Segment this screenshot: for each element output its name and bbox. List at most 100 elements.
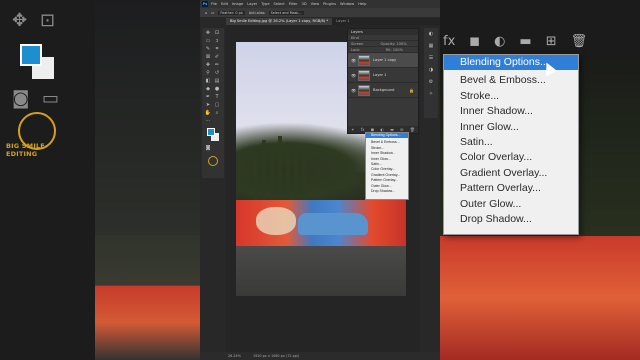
type-tool-icon[interactable]: T	[213, 94, 221, 100]
tools-panel: ✥ ⊡ ▭ ↄ ✎ ⌗ ⊠ ✐ ✚ ✏ ⚲ ↺ ◧ ▤ ◆ ● ✒ T ➤ ▢ …	[202, 28, 224, 178]
lasso-tool-icon[interactable]: ↄ	[213, 38, 221, 44]
hand-tool-icon[interactable]: ✋	[204, 110, 212, 116]
menu-plugins[interactable]: Plugins	[323, 2, 336, 6]
marquee-tool-icon[interactable]: ▭	[204, 38, 212, 44]
foreground-color-swatch[interactable]	[207, 128, 215, 136]
menu-item-blending-options-large[interactable]: Blending Options...	[444, 55, 578, 71]
fx-icon[interactable]: fx	[361, 127, 365, 132]
background-photo-right	[435, 236, 640, 360]
feather-field[interactable]: Feather: 0 px	[218, 10, 245, 15]
pen-tool-icon[interactable]: ✒	[204, 94, 212, 100]
move-tool-icon[interactable]: ✥	[204, 30, 212, 36]
options-bar: ⌂ ▭ Feather: 0 px Anti-alias Select and …	[200, 8, 440, 17]
layer-row-layer-1[interactable]: 👁 Layer 1	[348, 68, 418, 83]
menu-view[interactable]: View	[311, 2, 320, 6]
menu-file[interactable]: File	[211, 2, 217, 6]
photo-car	[298, 213, 368, 235]
screen-mode-icon-large: ▭	[42, 88, 60, 109]
color-panel-icon[interactable]: ◐	[429, 31, 433, 37]
menu-help[interactable]: Help	[358, 2, 366, 6]
photo-road	[236, 246, 406, 296]
menu-item-outer-glow-large[interactable]: Outer Glow...	[444, 197, 578, 212]
menu-3d[interactable]: 3D	[302, 2, 307, 6]
layer-footer-icons-large: fx ◼ ◐ ▬ ⊞ 🗑	[443, 34, 587, 49]
layer-thumbnail	[358, 84, 370, 96]
visibility-eye-icon[interactable]: 👁	[351, 73, 356, 78]
clone-stamp-icon[interactable]: ⚲	[204, 70, 212, 76]
menu-item-drop-shadow[interactable]: Drop Shadow...	[366, 189, 408, 194]
eyedropper-icon[interactable]: ✐	[213, 54, 221, 60]
quick-mask-icon-large: ◙	[12, 88, 30, 109]
menu-layer[interactable]: Layer	[247, 2, 257, 6]
opacity-field[interactable]: Opacity: 100%	[381, 42, 407, 46]
history-brush-icon[interactable]: ↺	[213, 70, 221, 76]
fx-icon-large: fx	[443, 34, 456, 49]
layer-style-context-menu: Blending Options... Bevel & Emboss... St…	[365, 132, 409, 200]
shape-tool-icon[interactable]: ▢	[213, 102, 221, 108]
select-and-mask-button[interactable]: Select and Mask...	[268, 10, 304, 15]
menu-item-stroke-large[interactable]: Stroke...	[444, 89, 578, 104]
swatches-panel-icon[interactable]: ▦	[429, 43, 434, 49]
zoom-tool-icon[interactable]: ⌕	[213, 110, 221, 116]
menu-item-color-overlay-large[interactable]: Color Overlay...	[444, 150, 578, 165]
photoshop-logo-icon: Ps	[202, 1, 208, 7]
blend-mode-select[interactable]: Screen	[351, 42, 363, 46]
adjustments-panel-icon[interactable]: ◑	[429, 67, 433, 73]
artboard-tool-icon[interactable]: ⊡	[213, 30, 221, 36]
layer-row-layer-1-copy[interactable]: 👁 Layer 1 copy	[348, 53, 418, 68]
menu-edit[interactable]: Edit	[221, 2, 228, 6]
context-menu-large: Blending Options... Bevel & Emboss... St…	[443, 54, 579, 235]
lock-label: Lock:	[351, 48, 361, 52]
frame-tool-icon[interactable]: ⊠	[204, 54, 212, 60]
marquee-tool-icon[interactable]: ▭	[211, 11, 214, 15]
delete-layer-icon[interactable]: 🗑	[410, 127, 415, 132]
folder-icon-large: ▬	[519, 34, 532, 49]
healing-brush-icon[interactable]: ✚	[204, 62, 212, 68]
properties-panel-icon[interactable]: ⚙	[429, 79, 433, 85]
dodge-tool-icon[interactable]: ●	[213, 86, 221, 92]
quick-select-icon[interactable]: ✎	[204, 46, 212, 52]
path-select-icon[interactable]: ➤	[204, 102, 212, 108]
menu-item-bevel-emboss-large[interactable]: Bevel & Emboss...	[444, 73, 578, 88]
zoom-level[interactable]: 26.24%	[228, 354, 241, 358]
photo-graffiti-character	[256, 207, 296, 235]
blur-tool-icon[interactable]: ◆	[204, 86, 212, 92]
fill-field[interactable]: Fill: 100%	[386, 48, 403, 52]
menu-item-gradient-overlay-large[interactable]: Gradient Overlay...	[444, 166, 578, 181]
link-layers-icon[interactable]: ⚭	[351, 127, 354, 132]
move-tool-icon-large: ✥	[12, 10, 28, 31]
menu-filter[interactable]: Filter	[289, 2, 298, 6]
gradient-tool-icon[interactable]: ▤	[213, 78, 221, 84]
home-icon[interactable]: ⌂	[205, 11, 207, 15]
quick-mask-icon[interactable]: ◙	[204, 145, 212, 151]
new-layer-icon-large: ⊞	[545, 34, 557, 49]
menu-item-satin-large[interactable]: Satin...	[444, 135, 578, 150]
tab-document-active[interactable]: Big Smile Editing.jpg @ 26.2% (Layer 1 c…	[226, 18, 333, 25]
adjustment-icon-large: ◐	[494, 34, 506, 49]
libraries-panel-icon[interactable]: ☰	[429, 55, 433, 61]
paths-panel-icon[interactable]: ✧	[429, 91, 433, 97]
menu-image[interactable]: Image	[232, 2, 243, 6]
layer-thumbnail	[358, 54, 370, 66]
menu-select[interactable]: Select	[274, 2, 285, 6]
document-tabs: Big Smile Editing.jpg @ 26.2% (Layer 1 c…	[226, 18, 440, 25]
lock-icon: 🔒	[409, 87, 414, 93]
menu-type[interactable]: Type	[261, 2, 269, 6]
menu-window[interactable]: Window	[340, 2, 354, 6]
crop-tool-icon[interactable]: ⌗	[213, 46, 221, 52]
background-photo-left	[95, 235, 200, 360]
more-tools-icon[interactable]: ⋯	[204, 118, 212, 124]
trash-icon-large: 🗑	[570, 34, 588, 49]
antialias-checkbox[interactable]: Anti-alias	[249, 11, 265, 15]
menu-bar: Ps File Edit Image Layer Type Select Fil…	[200, 0, 440, 8]
menu-item-inner-glow-large[interactable]: Inner Glow...	[444, 120, 578, 135]
brush-tool-icon[interactable]: ✏	[213, 62, 221, 68]
visibility-eye-icon[interactable]: 👁	[351, 88, 356, 93]
tab-document-layer1[interactable]: Layer 1	[332, 18, 353, 25]
menu-item-inner-shadow-large[interactable]: Inner Shadow...	[444, 104, 578, 119]
eraser-icon[interactable]: ◧	[204, 78, 212, 84]
menu-item-drop-shadow-large[interactable]: Drop Shadow...	[444, 212, 578, 227]
visibility-eye-icon[interactable]: 👁	[351, 58, 356, 63]
menu-item-pattern-overlay-large[interactable]: Pattern Overlay...	[444, 181, 578, 196]
layer-row-background[interactable]: 👁 Background 🔒	[348, 83, 418, 98]
